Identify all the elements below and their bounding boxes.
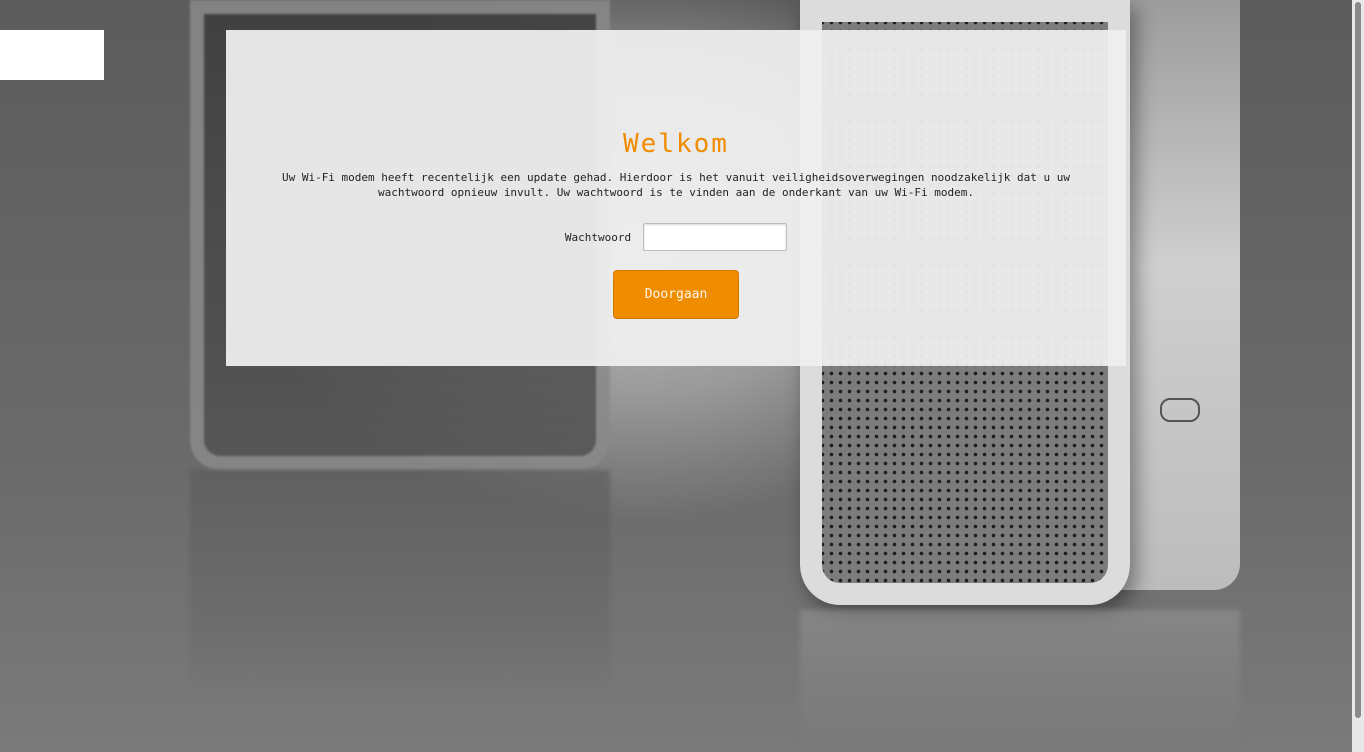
vertical-scrollbar[interactable]: [1352, 0, 1364, 752]
password-input[interactable]: [643, 223, 788, 251]
update-message: Uw Wi-Fi modem heeft recentelijk een upd…: [281, 171, 1071, 199]
password-label: Wachtwoord: [564, 230, 632, 244]
password-row: Wachtwoord: [226, 221, 1126, 253]
background-reflection-right: [800, 610, 1240, 752]
login-panel: Welkom Uw Wi-Fi modem heeft recentelijk …: [226, 30, 1126, 366]
continue-button[interactable]: Doorgaan: [613, 270, 739, 319]
logo-placeholder-box: [0, 30, 104, 80]
background-modem-button: [1160, 398, 1200, 422]
page-title: Welkom: [623, 129, 729, 159]
background-reflection-left: [190, 470, 610, 700]
scrollbar-thumb[interactable]: [1355, 2, 1361, 718]
